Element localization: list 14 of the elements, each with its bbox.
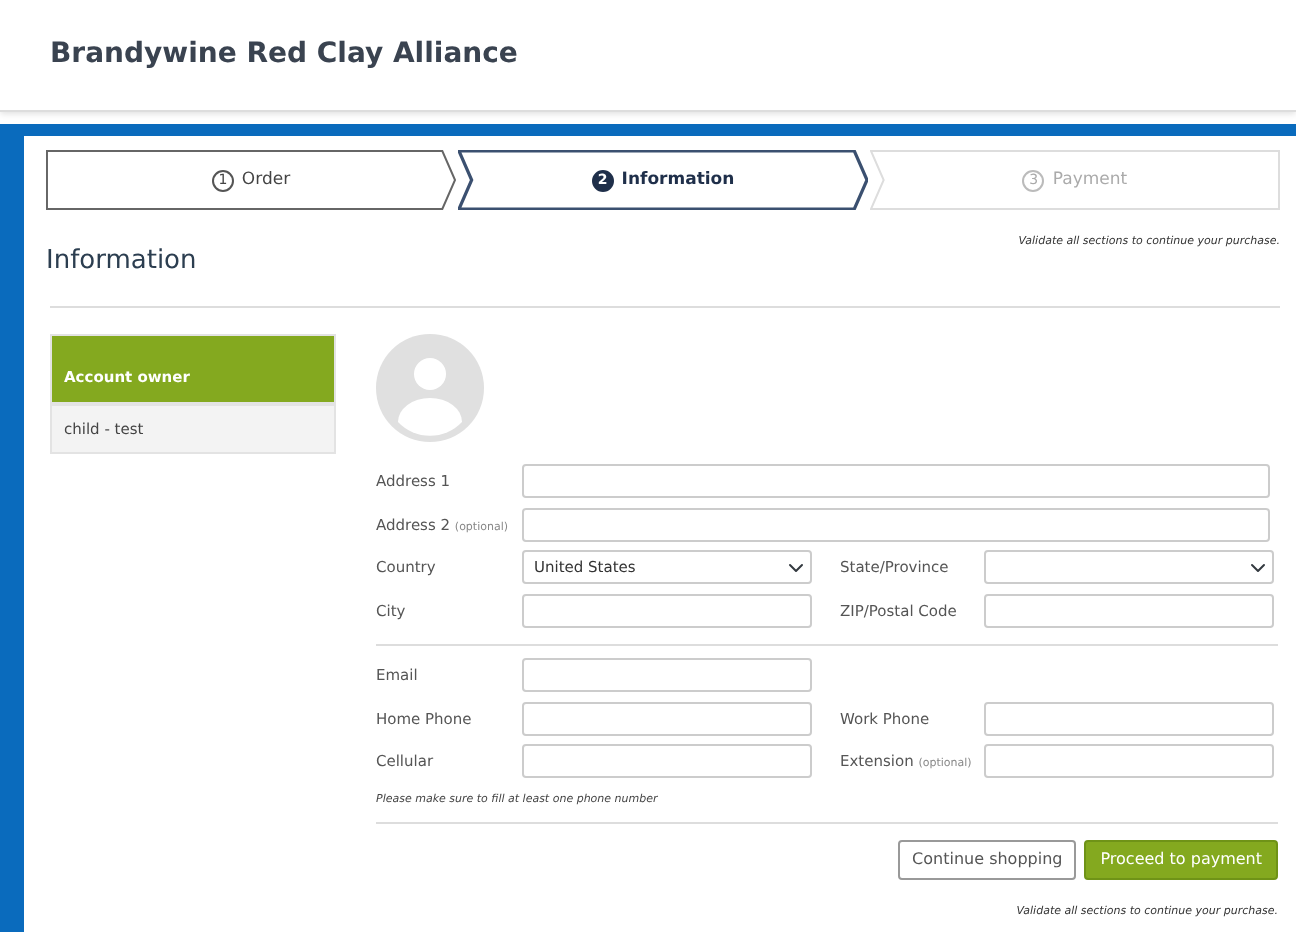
input-field[interactable] xyxy=(522,701,812,736)
input-field[interactable] xyxy=(984,593,1274,628)
avatar-icon xyxy=(376,334,484,442)
input-field[interactable] xyxy=(522,744,812,779)
continue-button[interactable]: Continue shopping xyxy=(898,839,1077,879)
site-title: Brandywine Red Clay Alliance xyxy=(50,38,518,72)
input-field[interactable] xyxy=(522,507,1270,542)
input-field[interactable] xyxy=(522,464,1270,499)
select-field[interactable] xyxy=(984,550,1274,585)
input-field[interactable] xyxy=(984,701,1274,736)
input-field[interactable] xyxy=(522,658,812,693)
section-heading: Information xyxy=(46,246,197,278)
input-field[interactable] xyxy=(522,593,812,628)
input-field[interactable] xyxy=(984,744,1274,779)
